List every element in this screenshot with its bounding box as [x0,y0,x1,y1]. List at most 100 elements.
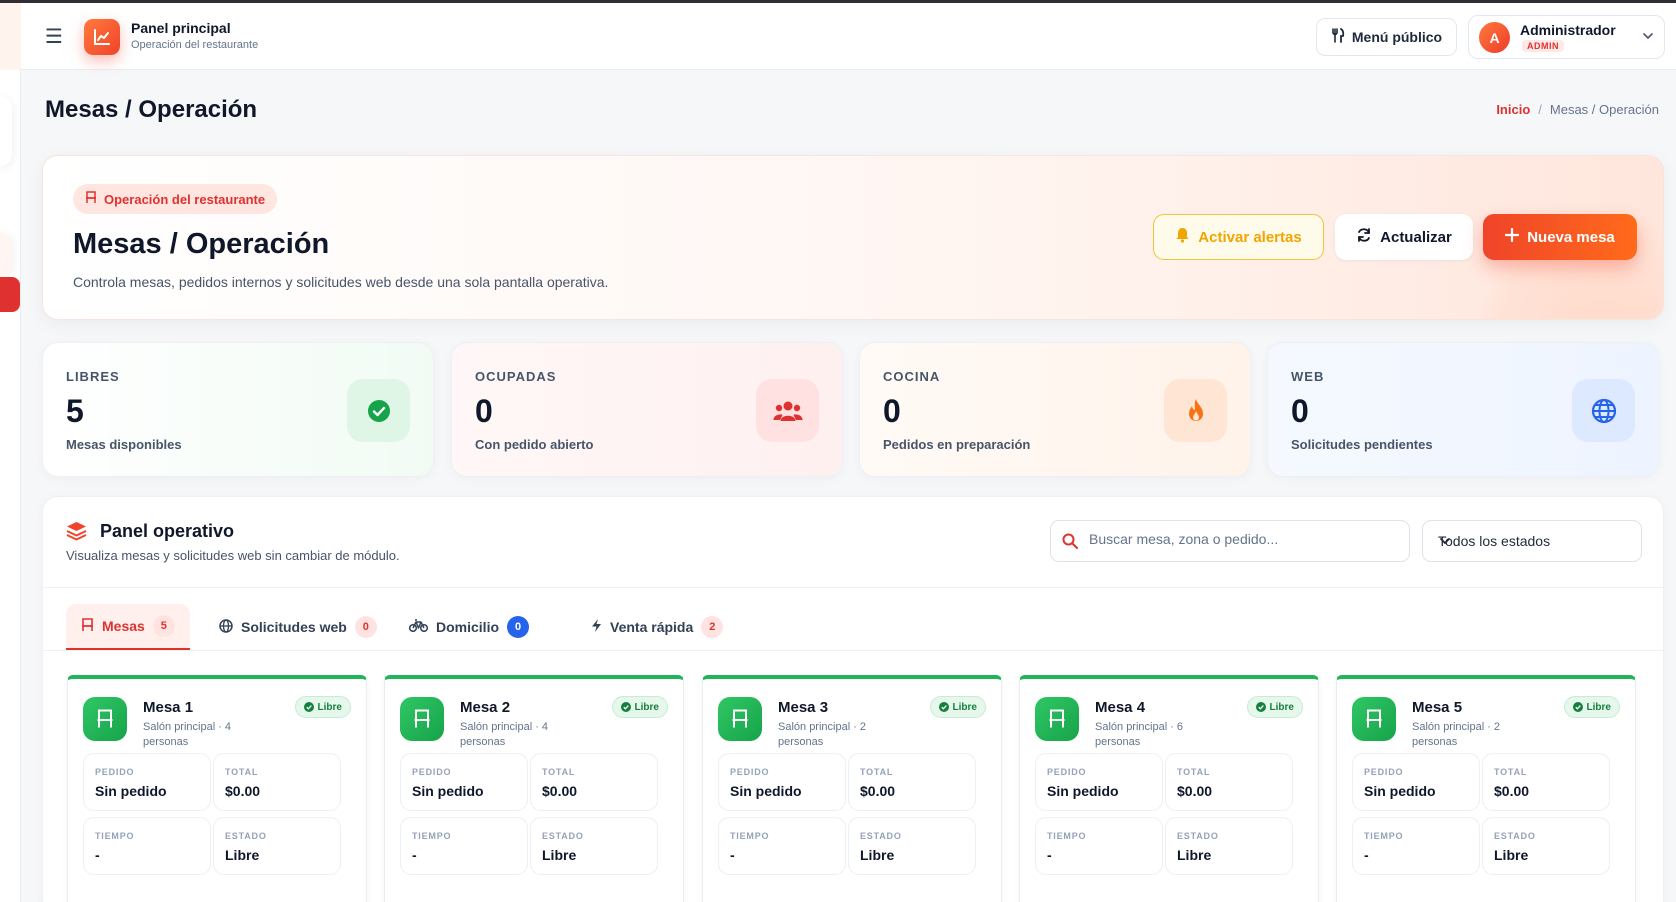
status-filter-select[interactable]: Todos los estados [1422,520,1642,562]
sidebar-item[interactable] [0,232,12,276]
check-circle-icon [1255,702,1266,712]
sidebar-item-active[interactable] [0,277,20,312]
chair-icon [400,697,444,741]
chair-icon [81,617,94,635]
box-label: TIEMPO [730,831,770,841]
divider [43,650,1663,651]
hero-tag-label: Operación del restaurante [104,191,266,207]
public-menu-button[interactable]: Menú público [1316,18,1457,56]
hamburger-menu-icon[interactable]: ☰ [45,27,63,47]
table-card-mesa-2[interactable]: Mesa 2 Salón principal · 4 personas Libr… [384,675,684,902]
tab-venta-rapida[interactable]: Venta rápida 2 [576,604,738,650]
breadcrumb: Inicio / Mesas / Operación [1496,102,1659,117]
time-value: - [730,847,735,863]
box-label: PEDIDO [95,767,135,777]
fire-icon [1164,379,1227,442]
chart-logo-icon [84,19,120,55]
chair-icon [718,697,762,741]
page-title: Mesas / Operación [45,96,258,123]
box-label: ESTADO [225,831,267,841]
order-box: PEDIDO Sin pedido [718,753,846,811]
stat-value: 0 [475,393,493,429]
table-card-mesa-4[interactable]: Mesa 4 Salón principal · 6 personas Libr… [1019,675,1319,902]
stat-label: OCUPADAS [475,369,557,384]
box-label: ESTADO [860,831,902,841]
box-label: TOTAL [542,767,576,777]
status-badge: Libre [294,696,351,718]
check-circle-icon [620,702,631,712]
panel-subtitle: Visualiza mesas y solicitudes web sin ca… [66,548,400,563]
stat-card-ocupadas: OCUPADAS 0 Con pedido abierto [451,342,843,477]
table-name: Mesa 3 [778,699,829,716]
check-circle-icon [347,379,410,442]
time-box: TIEMPO - [400,817,528,875]
order-value: Sin pedido [1047,783,1119,799]
brand-title: Panel principal [131,20,231,36]
chair-icon [85,191,97,207]
time-box: TIEMPO - [718,817,846,875]
box-label: PEDIDO [730,767,770,777]
stat-description: Pedidos en preparación [883,437,1031,452]
user-menu[interactable]: A Administrador ADMIN [1468,15,1665,59]
box-label: TOTAL [1494,767,1528,777]
breadcrumb-separator: / [1538,102,1542,117]
box-label: TIEMPO [1364,831,1404,841]
hero-title: Mesas / Operación [73,228,330,260]
time-value: - [1047,847,1052,863]
tab-count-badge: 2 [701,616,724,638]
stat-card-cocina: COCINA 0 Pedidos en preparación [859,342,1251,477]
tab-label: Domicilio [436,619,500,635]
search-box[interactable] [1050,520,1410,562]
box-label: PEDIDO [412,767,452,777]
box-label: TOTAL [225,767,259,777]
tab-solicitudes-web[interactable]: Solicitudes web 0 [204,604,392,650]
refresh-button[interactable]: Actualizar [1335,214,1473,260]
time-value: - [1364,847,1369,863]
table-zone: Salón principal · 6 personas [1095,721,1184,748]
users-icon [756,379,819,442]
tab-domicilio[interactable]: Domicilio 0 [394,604,544,650]
sidebar-header-edge [0,3,21,69]
state-value: Libre [1177,847,1212,863]
status-badge: Libre [1563,696,1620,718]
table-name: Mesa 4 [1095,699,1146,716]
enable-alerts-button[interactable]: Activar alertas [1153,214,1324,260]
box-label: TOTAL [860,767,894,777]
table-card-mesa-3[interactable]: Mesa 3 Salón principal · 2 personas Libr… [702,675,1002,902]
tab-count-badge: 5 [152,615,175,637]
search-input[interactable] [1089,531,1399,547]
stat-card-libres: LIBRES 5 Mesas disponibles [42,342,434,477]
state-value: Libre [1494,847,1529,863]
table-card-mesa-5[interactable]: Mesa 5 Salón principal · 2 personas Libr… [1336,675,1636,902]
brand-subtitle: Operación del restaurante [131,39,259,51]
tab-mesas[interactable]: Mesas 5 [66,604,190,650]
total-box: TOTAL $0.00 [1482,753,1610,811]
table-name: Mesa 1 [143,699,194,716]
bell-icon [1175,227,1190,247]
stat-value: 5 [66,393,84,429]
time-box: TIEMPO - [83,817,211,875]
box-label: PEDIDO [1364,767,1404,777]
tab-count-badge: 0 [354,616,377,638]
globe-icon [1572,379,1635,442]
hero-banner: Operación del restaurante Mesas / Operac… [42,155,1664,320]
breadcrumb-home-link[interactable]: Inicio [1496,102,1530,117]
operations-panel: Panel operativo Visualiza mesas y solici… [42,496,1664,902]
refresh-label: Actualizar [1380,228,1452,246]
stat-value: 0 [1291,393,1309,429]
new-table-label: Nueva mesa [1527,228,1615,246]
collapsed-sidebar[interactable] [0,70,21,902]
sidebar-item[interactable] [0,96,12,166]
box-label: TIEMPO [95,831,135,841]
plus-icon [1505,227,1520,246]
table-card-mesa-1[interactable]: Mesa 1 Salón principal · 4 personas Libr… [67,675,367,902]
box-label: ESTADO [1494,831,1536,841]
box-label: ESTADO [542,831,584,841]
avatar: A [1479,22,1510,53]
total-box: TOTAL $0.00 [213,753,341,811]
tab-label: Mesas [102,618,145,634]
status-badge: Libre [929,696,986,718]
chevron-down-icon [1438,534,1633,551]
new-table-button[interactable]: Nueva mesa [1483,214,1637,260]
layers-icon [66,521,87,546]
